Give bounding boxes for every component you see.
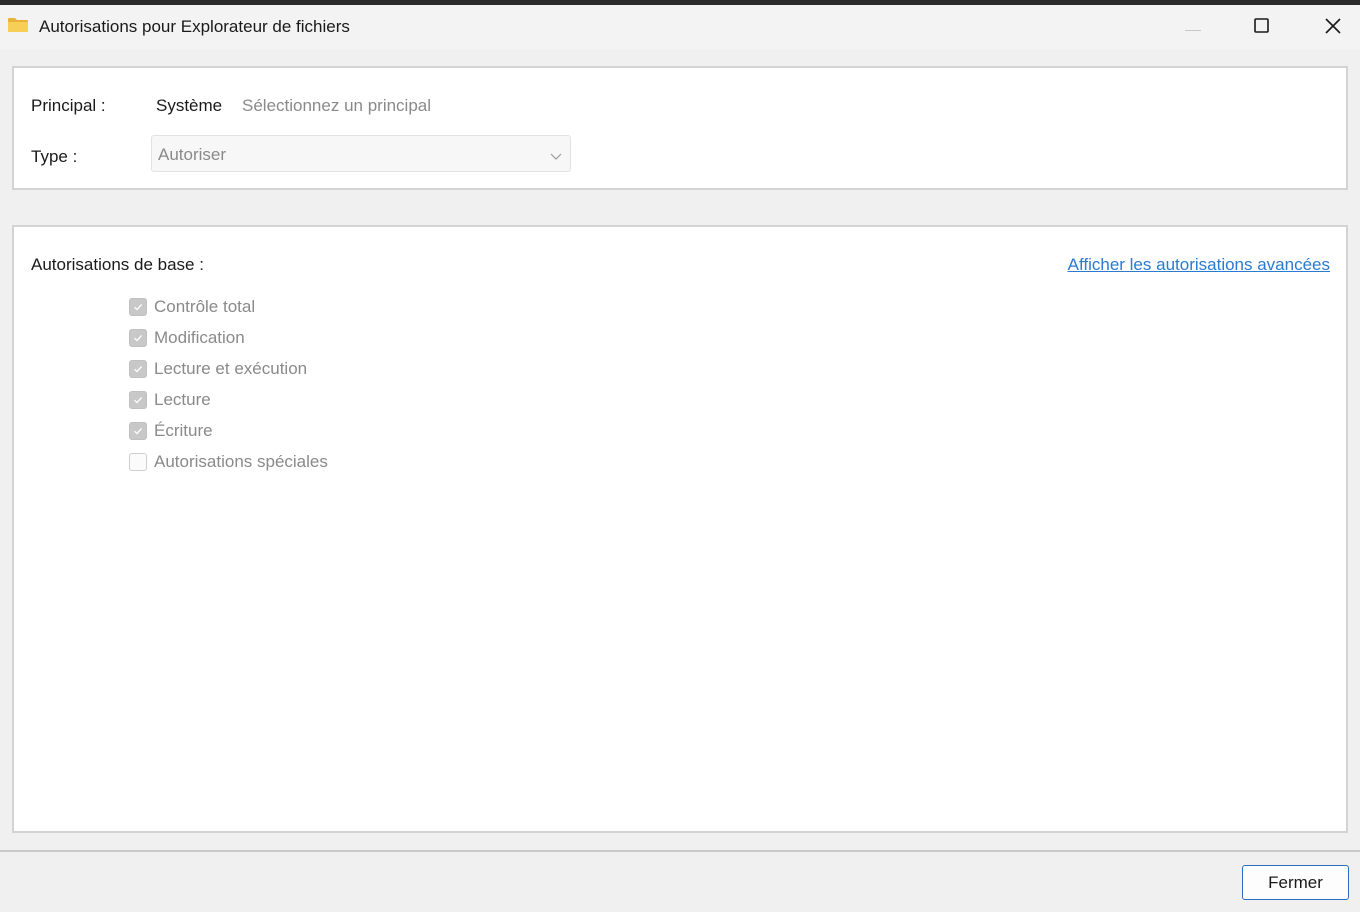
footer-divider <box>0 850 1360 852</box>
type-label: Type : <box>31 147 78 166</box>
permission-list: Contrôle total Modification Lecture et e… <box>129 291 328 477</box>
principal-value: Système <box>156 96 223 115</box>
maximize-icon <box>1254 17 1270 39</box>
write-checkbox[interactable] <box>129 421 147 440</box>
special-permissions-checkbox[interactable] <box>129 452 147 471</box>
permission-label: Lecture <box>154 389 211 409</box>
basic-permissions-panel: Autorisations de base : Afficher les aut… <box>12 225 1348 833</box>
title-bar[interactable]: Autorisations pour Explorateur de fichie… <box>0 5 1360 49</box>
select-principal-link[interactable]: Sélectionnez un principal <box>242 96 431 116</box>
close-window-button[interactable] <box>1310 10 1356 46</box>
maximize-button[interactable] <box>1239 10 1285 46</box>
permission-item-special[interactable]: Autorisations spéciales <box>129 446 328 477</box>
window-title: Autorisations pour Explorateur de fichie… <box>39 17 350 36</box>
chevron-down-icon <box>550 148 562 160</box>
minimize-button[interactable] <box>1170 10 1216 46</box>
show-advanced-permissions-link[interactable]: Afficher les autorisations avancées <box>1068 255 1330 275</box>
permission-label: Contrôle total <box>154 296 256 316</box>
permission-item-read-execute[interactable]: Lecture et exécution <box>129 353 328 384</box>
permission-item-read[interactable]: Lecture <box>129 384 328 415</box>
type-dropdown-value: Autoriser <box>158 145 227 164</box>
permission-item-write[interactable]: Écriture <box>129 415 328 446</box>
read-checkbox[interactable] <box>129 390 147 409</box>
full-control-checkbox[interactable] <box>129 297 147 316</box>
modify-checkbox[interactable] <box>129 328 147 347</box>
permission-item-modify[interactable]: Modification <box>129 322 328 353</box>
principal-panel: Principal : Système Sélectionnez un prin… <box>12 66 1348 190</box>
close-button[interactable]: Fermer <box>1242 865 1349 900</box>
type-dropdown[interactable]: Autoriser <box>151 135 571 172</box>
folder-icon <box>7 17 29 33</box>
permission-label: Lecture et exécution <box>154 358 308 378</box>
permissions-dialog: Autorisations pour Explorateur de fichie… <box>0 0 1360 912</box>
permission-label: Modification <box>154 327 245 347</box>
minimize-icon <box>1185 19 1201 37</box>
permission-label: Écriture <box>154 420 213 440</box>
permission-label: Autorisations spéciales <box>154 451 328 471</box>
permission-item-full-control[interactable]: Contrôle total <box>129 291 328 322</box>
close-icon <box>1325 17 1341 39</box>
read-execute-checkbox[interactable] <box>129 359 147 378</box>
principal-label: Principal : <box>31 96 106 115</box>
basic-permissions-heading: Autorisations de base : <box>31 255 204 274</box>
